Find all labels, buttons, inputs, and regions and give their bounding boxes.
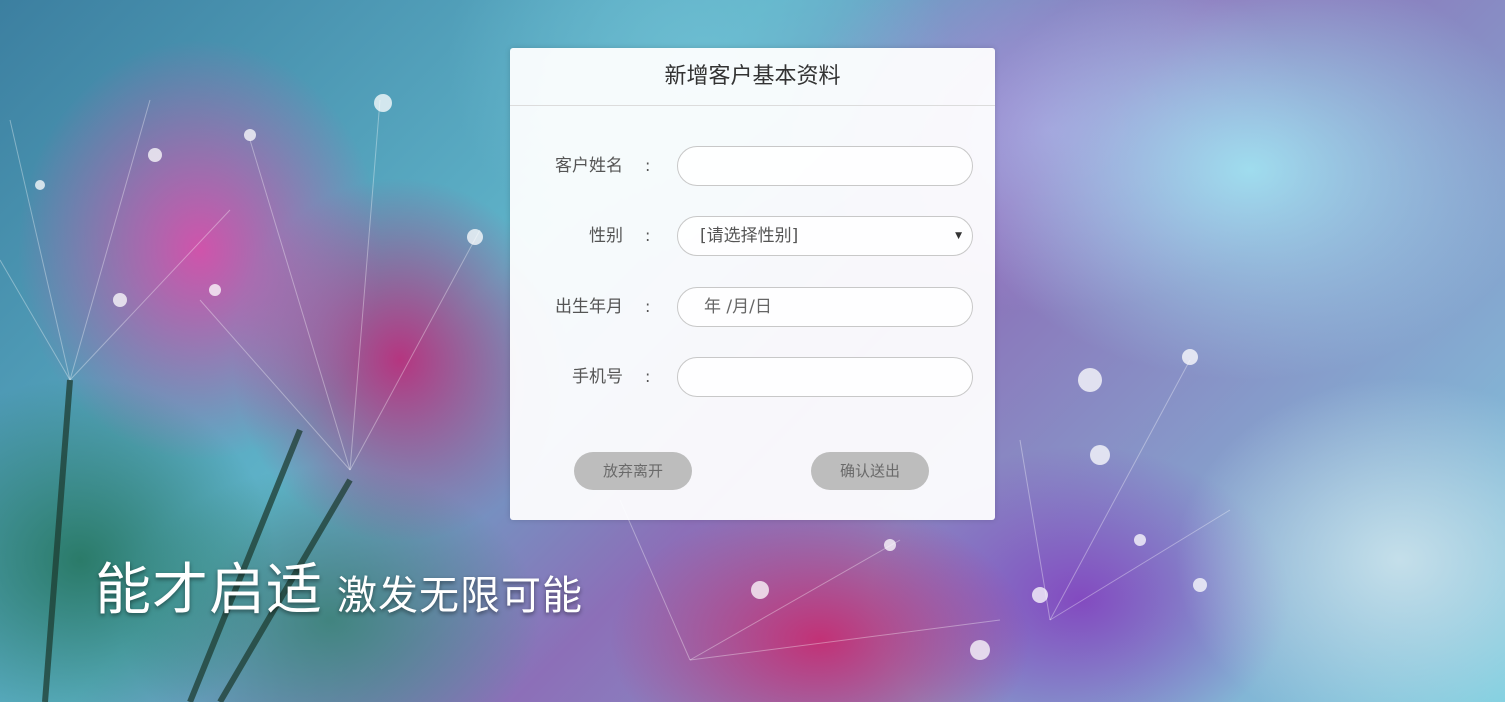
name-label: 客户姓名 (555, 156, 623, 176)
phone-label: 手机号 (572, 367, 623, 387)
form-title: 新增客户基本资料 (510, 48, 995, 106)
slogan-sub: 激发无限可能 (337, 573, 583, 619)
customer-name-input[interactable] (677, 146, 973, 186)
phone-row: 手机号 : (510, 357, 995, 397)
birth-date-input[interactable]: 年 /月/日 (677, 287, 973, 327)
submit-button[interactable]: 确认送出 (811, 452, 929, 490)
gender-row: 性别 : [请选择性别] ▼ (510, 216, 995, 256)
birth-colon: : (645, 297, 651, 316)
phone-input[interactable] (677, 357, 973, 397)
slogan-main: 能才启适 (95, 558, 323, 623)
cancel-button[interactable]: 放弃离开 (574, 452, 692, 490)
add-customer-form-card: 新增客户基本资料 客户姓名 : 性别 : [请选择性别] ▼ 出生年月 : 年 … (510, 48, 995, 520)
name-row: 客户姓名 : (510, 146, 995, 186)
gender-label: 性别 (589, 226, 623, 246)
gender-select[interactable]: [请选择性别] ▼ (677, 216, 973, 256)
gender-colon: : (645, 226, 651, 245)
slogan: 能才启适 激发无限可能 (95, 545, 583, 626)
gender-selected-value: [请选择性别] (700, 226, 799, 246)
name-colon: : (645, 156, 651, 175)
date-placeholder: 年 /月/日 (704, 297, 772, 317)
phone-colon: : (645, 367, 651, 386)
caret-down-icon: ▼ (955, 231, 962, 241)
birth-label: 出生年月 (555, 297, 623, 317)
birth-row: 出生年月 : 年 /月/日 (510, 287, 995, 327)
